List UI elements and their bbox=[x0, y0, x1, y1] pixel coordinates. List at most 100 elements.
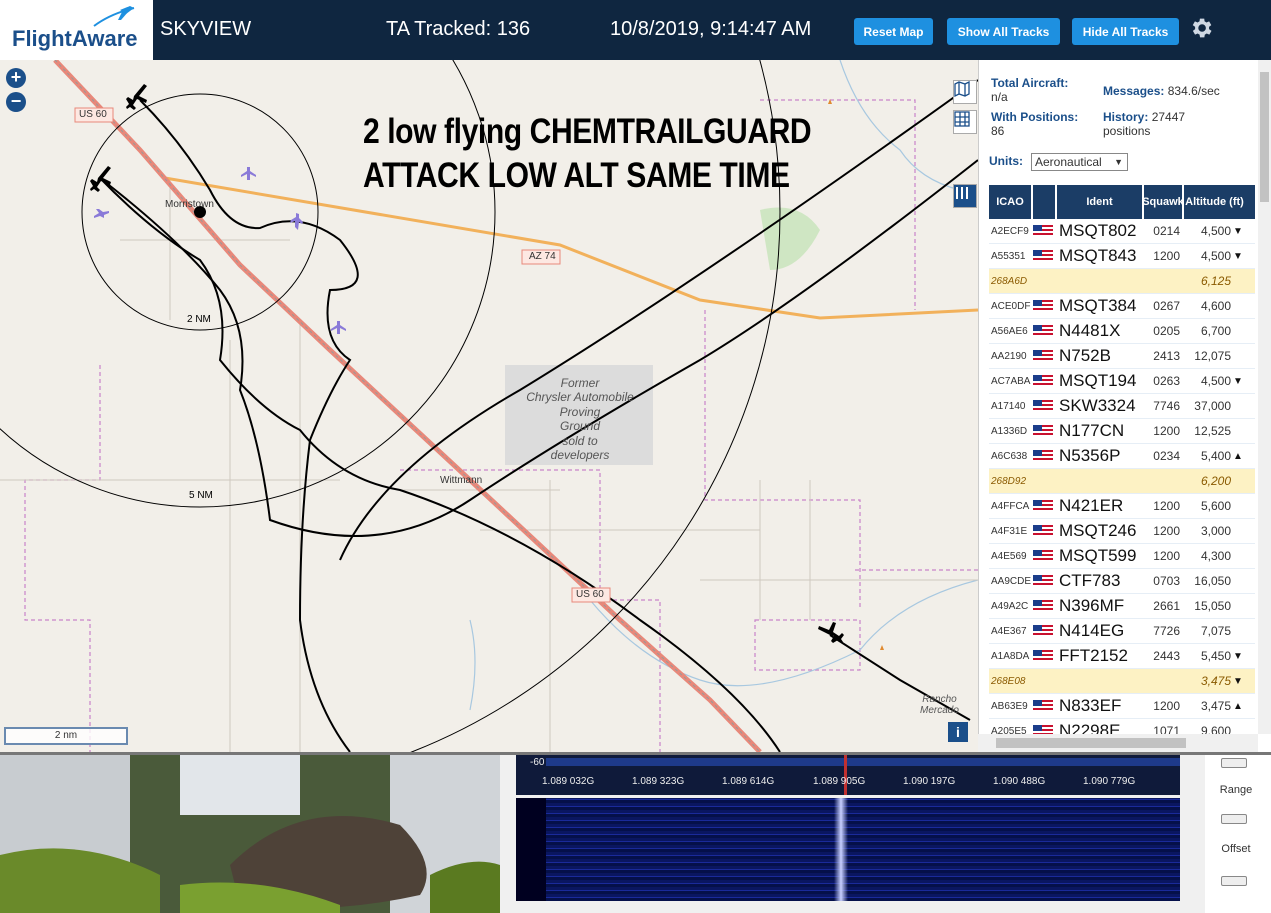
table-row[interactable]: A4E569 MSQT599 1200 4,300 bbox=[989, 544, 1255, 569]
cell-ident: FFT2152 bbox=[1059, 646, 1128, 665]
grid-icon[interactable] bbox=[953, 110, 977, 134]
table-row[interactable]: A4E367 N414EG 7726 7,075 bbox=[989, 619, 1255, 644]
table-row[interactable]: A1336D N177CN 1200 12,525 bbox=[989, 419, 1255, 444]
table-header: ICAO Ident Squawk Altitude (ft) bbox=[989, 185, 1255, 219]
us-flag-icon bbox=[1033, 300, 1053, 312]
table-row[interactable]: A4F31E MSQT246 1200 3,000 bbox=[989, 519, 1255, 544]
cell-squawk: 0263 bbox=[1153, 374, 1180, 388]
col-ident[interactable]: Ident bbox=[1057, 185, 1144, 219]
table-row[interactable]: AA9CDE CTF783 0703 16,050 bbox=[989, 569, 1255, 594]
cell-squawk: 0214 bbox=[1153, 224, 1180, 238]
cell-altitude: 4,500 bbox=[1200, 249, 1231, 263]
range-slider[interactable] bbox=[1221, 814, 1247, 824]
cell-altitude: 16,050 bbox=[1194, 574, 1231, 588]
nature-photo-image bbox=[0, 755, 500, 913]
info-button[interactable]: i bbox=[948, 722, 968, 742]
us-flag-icon bbox=[1033, 500, 1053, 512]
cell-icao: 268E08 bbox=[991, 675, 1026, 687]
app-name: SKYVIEW bbox=[160, 18, 252, 40]
table-row[interactable]: A56AE6 N4481X 0205 6,700 bbox=[989, 319, 1255, 344]
cell-icao: A49A2C bbox=[991, 600, 1029, 612]
history-label: History: bbox=[1103, 110, 1149, 124]
altitude-trend-icon: ▲ bbox=[1233, 700, 1243, 712]
units-select[interactable]: Aeronautical ▼ bbox=[1031, 153, 1128, 171]
us-flag-icon bbox=[1033, 250, 1053, 262]
table-row[interactable]: AC7ABA MSQT194 0263 4,500 ▼ bbox=[989, 369, 1255, 394]
cell-altitude: 4,300 bbox=[1200, 549, 1231, 563]
table-row[interactable]: 268E08 3,475 ▼ bbox=[989, 669, 1255, 694]
rancho-line: Mercado bbox=[920, 705, 959, 716]
us-flag-icon bbox=[1033, 400, 1057, 412]
table-row[interactable]: AB63E9 N833EF 1200 3,475 ▲ bbox=[989, 694, 1255, 719]
spectrum-controls bbox=[1205, 755, 1271, 913]
freq-label: 1.089 614G bbox=[722, 776, 775, 787]
col-altitude[interactable]: Altitude (ft) bbox=[1184, 185, 1245, 219]
cell-icao: A6C638 bbox=[991, 450, 1028, 462]
cell-squawk: 1200 bbox=[1153, 424, 1180, 438]
cell-altitude: 6,125 bbox=[1200, 274, 1231, 288]
cell-icao: A55351 bbox=[991, 250, 1026, 262]
us-flag-icon bbox=[1033, 375, 1053, 387]
cell-ident: MSQT599 bbox=[1059, 546, 1137, 565]
offset-slider[interactable] bbox=[1221, 876, 1247, 886]
waterfall-display bbox=[516, 798, 1180, 901]
cell-squawk: 2413 bbox=[1153, 349, 1180, 363]
cell-ident: CTF783 bbox=[1059, 571, 1121, 590]
table-row[interactable]: A1A8DA FFT2152 2443 5,450 ▼ bbox=[989, 644, 1255, 669]
hide-all-tracks-button[interactable]: Hide All Tracks bbox=[1072, 18, 1179, 45]
cell-altitude: 4,600 bbox=[1200, 299, 1231, 313]
us-flag-icon bbox=[1033, 450, 1057, 462]
us60-shield-bottom: US 60 bbox=[576, 589, 604, 600]
us-flag-icon bbox=[1033, 625, 1053, 637]
col-icao[interactable]: ICAO bbox=[989, 185, 1033, 219]
rancho-label: Rancho Mercado bbox=[920, 694, 959, 716]
cell-icao: 268A6D bbox=[991, 275, 1028, 287]
cell-altitude: 5,600 bbox=[1200, 499, 1231, 513]
horizontal-scroll-thumb[interactable] bbox=[996, 738, 1186, 748]
table-row[interactable]: A49A2C N396MF 2661 15,050 bbox=[989, 594, 1255, 619]
gear-icon[interactable] bbox=[1188, 15, 1214, 41]
cell-ident: N833EF bbox=[1059, 696, 1122, 715]
gain-slider[interactable] bbox=[1221, 758, 1247, 768]
col-squawk[interactable]: Squawk bbox=[1142, 185, 1184, 219]
table-row[interactable]: A6C638 N5356P 0234 5,400 ▲ bbox=[989, 444, 1255, 469]
columns-icon[interactable] bbox=[953, 184, 977, 208]
cell-squawk: 1200 bbox=[1153, 699, 1180, 713]
cell-icao: AA2190 bbox=[991, 350, 1027, 362]
zoom-out-button[interactable]: − bbox=[6, 92, 26, 112]
table-row[interactable]: A55351 MSQT843 1200 4,500 ▼ bbox=[989, 244, 1255, 269]
cell-altitude: 15,050 bbox=[1194, 599, 1231, 613]
freq-label: 1.090 779G bbox=[1083, 776, 1136, 787]
cell-icao: AA9CDE bbox=[991, 575, 1032, 587]
cell-squawk: 2443 bbox=[1153, 649, 1180, 663]
show-all-tracks-button[interactable]: Show All Tracks bbox=[947, 18, 1060, 45]
annotation-headline: 2 low flying CHEMTRAILGUARD ATTACK LOW A… bbox=[363, 110, 812, 198]
proving-ground-line: sold to bbox=[562, 433, 598, 448]
table-row[interactable]: 268A6D 6,125 bbox=[989, 269, 1255, 294]
cell-ident: N396MF bbox=[1059, 596, 1125, 615]
flightaware-logo[interactable]: FlightAware bbox=[0, 0, 153, 60]
table-row[interactable]: 268D92 6,200 bbox=[989, 469, 1255, 494]
cell-ident: N414EG bbox=[1059, 621, 1125, 640]
vertical-scroll-thumb[interactable] bbox=[1260, 72, 1269, 202]
cell-altitude: 7,075 bbox=[1200, 624, 1231, 638]
us-flag-icon bbox=[1033, 250, 1057, 262]
scale-bar: 2 nm bbox=[4, 727, 128, 745]
table-row[interactable]: ACE0DF MSQT384 0267 4,600 bbox=[989, 294, 1255, 319]
altitude-trend-icon: ▼ bbox=[1233, 650, 1243, 662]
us-flag-icon bbox=[1033, 300, 1057, 312]
table-row[interactable]: A17140 SKW3324 7746 37,000 bbox=[989, 394, 1255, 419]
table-row[interactable]: AA2190 N752B 2413 12,075 bbox=[989, 344, 1255, 369]
col-flag[interactable] bbox=[1033, 185, 1057, 219]
cell-squawk: 0703 bbox=[1153, 574, 1180, 588]
with-positions-label: With Positions: bbox=[991, 110, 1079, 124]
table-row[interactable]: A4FFCA N421ER 1200 5,600 bbox=[989, 494, 1255, 519]
table-row[interactable]: A2ECF9 MSQT802 0214 4,500 ▼ bbox=[989, 219, 1255, 244]
cell-icao: A4E367 bbox=[991, 625, 1027, 637]
zoom-in-button[interactable]: + bbox=[6, 68, 26, 88]
map-layers-icon[interactable] bbox=[953, 80, 977, 104]
map-view[interactable]: US 60 AZ 74 US 60 Morristown Wittmann 2 … bbox=[0, 60, 978, 752]
with-positions-stat: With Positions: 86 bbox=[991, 110, 1078, 138]
freq-label: 1.089 323G bbox=[632, 776, 685, 787]
reset-map-button[interactable]: Reset Map bbox=[854, 18, 933, 45]
